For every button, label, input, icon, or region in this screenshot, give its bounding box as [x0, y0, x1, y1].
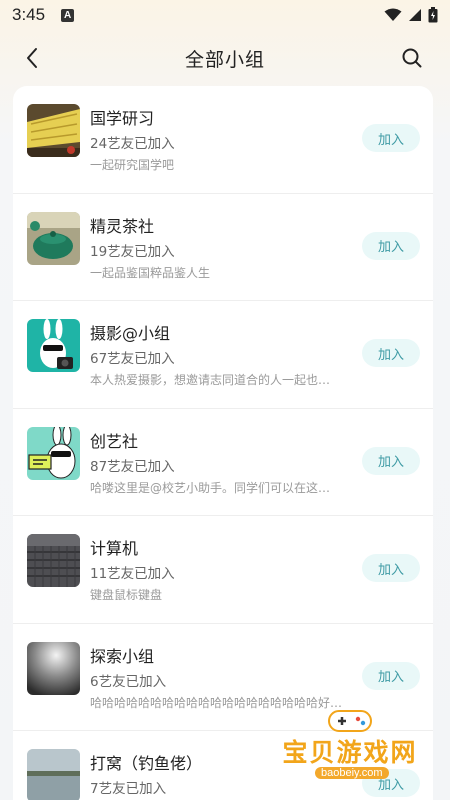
status-icons — [384, 7, 438, 23]
back-button[interactable] — [18, 44, 46, 72]
group-avatar — [27, 641, 80, 695]
wifi-icon — [384, 8, 402, 21]
group-member-count: 67艺友已加入 — [90, 351, 175, 367]
group-name: 探索小组 — [90, 646, 155, 666]
watermark-logo: 宝贝游戏网 baobeiy.com — [275, 705, 425, 795]
group-description: 一起品鉴国粹品鉴人生 — [90, 265, 211, 280]
group-item[interactable]: 计算机 11艺友已加入 键盘鼠标键盘 加入 — [13, 516, 433, 624]
group-member-count: 6艺友已加入 — [90, 673, 167, 690]
group-description: 哈喽这里是@校艺小助手。同学们可以在这… — [90, 480, 331, 495]
group-avatar — [27, 749, 80, 800]
group-name: 打窝（钓鱼佬） — [90, 754, 203, 773]
group-item[interactable]: 国学研习 24艺友已加入 一起研究国学吧 加入 — [13, 86, 433, 194]
group-item[interactable]: 精灵茶社 19艺友已加入 一起品鉴国粹品鉴人生 加入 — [13, 194, 433, 301]
search-button[interactable] — [398, 44, 426, 72]
status-time: 3:45 — [12, 5, 46, 24]
join-button[interactable]: 加入 — [362, 661, 420, 690]
page-title: 全部小组 — [184, 48, 265, 71]
watermark-url: baobeiy.com — [315, 767, 389, 779]
group-avatar — [27, 534, 80, 587]
group-avatar — [27, 104, 80, 157]
group-avatar — [27, 211, 80, 265]
chevron-left-icon — [27, 48, 37, 68]
group-description: 键盘鼠标键盘 — [90, 588, 163, 602]
group-name: 创艺社 — [90, 431, 139, 451]
group-member-count: 19艺友已加入 — [90, 243, 175, 260]
group-member-count: 24艺友已加入 — [90, 136, 175, 152]
group-name: 摄影@小组 — [90, 324, 171, 343]
group-name: 国学研习 — [90, 109, 155, 128]
join-button[interactable]: 加入 — [362, 124, 420, 152]
gamepad-icon — [328, 710, 372, 732]
group-member-count: 87艺友已加入 — [90, 458, 175, 475]
group-description: 一起研究国学吧 — [90, 158, 175, 172]
join-button[interactable]: 加入 — [362, 446, 420, 475]
group-member-count: 7艺友已加入 — [90, 781, 167, 797]
join-button[interactable]: 加入 — [362, 554, 420, 582]
join-button[interactable]: 加入 — [362, 231, 420, 260]
group-member-count: 11艺友已加入 — [90, 566, 175, 582]
group-description: 本人热爱摄影，想邀请志同道合的人一起也… — [90, 373, 331, 387]
group-item[interactable]: 摄影@小组 67艺友已加入 本人热爱摄影，想邀请志同道合的人一起也… 加入 — [13, 301, 433, 409]
status-bar: 3:45 A — [0, 0, 450, 30]
group-avatar — [27, 319, 80, 372]
group-item[interactable]: 创艺社 87艺友已加入 哈喽这里是@校艺小助手。同学们可以在这… 加入 — [13, 409, 433, 516]
search-icon — [402, 48, 422, 68]
signal-icon — [409, 9, 421, 21]
group-list: 国学研习 24艺友已加入 一起研究国学吧 加入 精灵茶社 19艺友已加入 一起品… — [13, 86, 433, 800]
watermark-text: 宝贝游戏网 — [282, 738, 418, 767]
group-name: 计算机 — [90, 539, 139, 558]
header: 全部小组 — [0, 36, 450, 80]
group-name: 精灵茶社 — [90, 216, 155, 236]
join-button[interactable]: 加入 — [362, 339, 420, 367]
notification-a-icon: A — [61, 8, 75, 22]
battery-icon — [428, 7, 438, 23]
group-avatar — [27, 426, 80, 480]
